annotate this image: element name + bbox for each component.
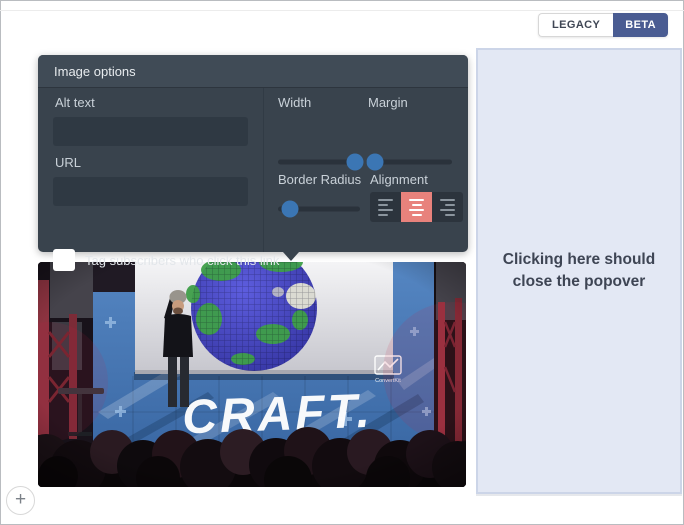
align-center-icon <box>409 197 424 217</box>
conference-photo: ConvertKit CRAFT. COMMERCE <box>38 262 466 487</box>
border-radius-slider[interactable] <box>278 200 360 217</box>
border-radius-slider-handle[interactable] <box>282 200 299 217</box>
email-editor-canvas: LEGACY BETA Clicking here should close t… <box>0 0 684 525</box>
column-divider <box>263 88 264 252</box>
url-label: URL <box>55 155 81 170</box>
margin-slider[interactable] <box>366 153 452 170</box>
url-input[interactable] <box>53 177 248 206</box>
close-popover-click-area[interactable]: Clicking here should close the popover <box>476 48 682 494</box>
side-panel-message: Clicking here should close the popover <box>503 249 655 294</box>
beta-mode-button[interactable]: BETA <box>613 13 668 37</box>
photo-vignette <box>38 262 466 487</box>
tag-subscribers-label: Tag subscribers who click this link <box>85 253 279 268</box>
image-options-popover: Image options Alt text URL Tag subscribe… <box>38 55 468 252</box>
width-label: Width <box>278 95 311 110</box>
top-divider <box>0 10 684 11</box>
align-left-button[interactable] <box>370 192 401 222</box>
side-panel-message-line2: close the popover <box>503 271 655 293</box>
side-panel-message-line1: Clicking here should <box>503 249 655 271</box>
alignment-label: Alignment <box>370 172 428 187</box>
align-left-icon <box>378 197 393 217</box>
alignment-button-group <box>370 192 463 222</box>
legacy-mode-button[interactable]: LEGACY <box>538 13 613 37</box>
popover-arrow <box>283 252 299 261</box>
popover-title: Image options <box>38 55 468 88</box>
alt-text-input[interactable] <box>53 117 248 146</box>
align-center-button[interactable] <box>401 192 432 222</box>
border-radius-label: Border Radius <box>278 172 361 187</box>
margin-label: Margin <box>368 95 408 110</box>
popover-body: Alt text URL Tag subscribers who click t… <box>38 88 468 252</box>
width-slider-handle[interactable] <box>347 153 364 170</box>
width-slider[interactable] <box>278 153 360 170</box>
tag-subscribers-checkbox[interactable] <box>53 249 75 271</box>
alt-text-label: Alt text <box>55 95 95 110</box>
align-right-icon <box>440 197 455 217</box>
margin-slider-handle[interactable] <box>366 153 383 170</box>
email-image-block[interactable]: ConvertKit CRAFT. COMMERCE <box>38 262 466 487</box>
align-right-button[interactable] <box>432 192 463 222</box>
add-block-button[interactable]: + <box>6 486 35 515</box>
editor-mode-switcher: LEGACY BETA <box>538 13 668 37</box>
